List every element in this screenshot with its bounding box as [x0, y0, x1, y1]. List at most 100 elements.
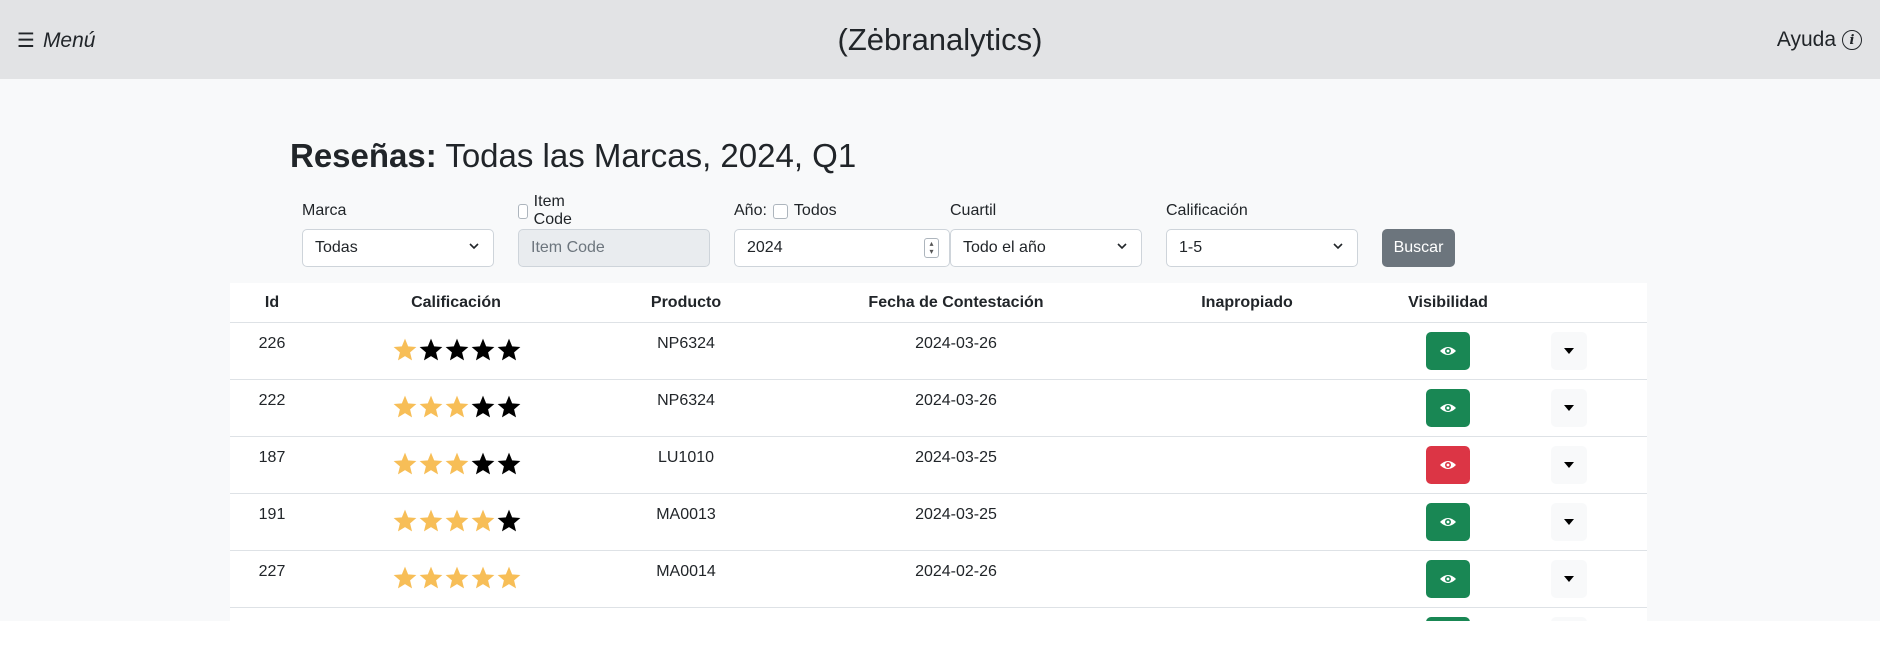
year-label: Año:: [734, 202, 767, 219]
visibility-toggle-button[interactable]: [1426, 389, 1470, 427]
row-id: 226: [258, 335, 286, 352]
star-icon: [471, 395, 495, 418]
visibility-toggle-button[interactable]: [1426, 446, 1470, 484]
table-row: 226 NP6324 2024-03-26: [230, 323, 1647, 380]
table-row: [230, 608, 1647, 621]
star-icon: [419, 509, 443, 532]
star-rating: [392, 508, 522, 534]
visibility-toggle-button[interactable]: [1426, 332, 1470, 370]
star-icon: [497, 338, 521, 361]
top-navbar: ☰ Menú (Zėbranalytics) Ayuda i: [0, 0, 1880, 79]
header-product: Producto: [650, 294, 722, 311]
quarter-label: Cuartil: [950, 202, 997, 219]
caret-down-icon: [1564, 519, 1574, 525]
eye-icon: [1440, 518, 1456, 526]
star-icon: [445, 338, 469, 361]
row-answered-date: 2024-02-26: [915, 563, 997, 580]
page-title: Reseñas: Todas las Marcas, 2024, Q1: [290, 137, 856, 175]
row-menu-button[interactable]: [1551, 332, 1587, 370]
quarter-select[interactable]: Todo el año: [950, 229, 1142, 267]
brand-select[interactable]: Todas: [302, 229, 494, 267]
table-header: Id Calificación Producto Fecha de Contes…: [230, 283, 1647, 323]
row-answered-date: 2024-03-25: [915, 449, 997, 466]
search-button[interactable]: Buscar: [1382, 229, 1455, 267]
star-icon: [471, 509, 495, 532]
header-visibility: Visibilidad: [1408, 294, 1488, 311]
star-icon: [445, 566, 469, 589]
caret-down-icon: [1564, 462, 1574, 468]
year-filter: Año: Todos 2024 ▴ ▾: [734, 200, 950, 267]
chevron-down-icon: [469, 243, 479, 250]
row-id: 227: [258, 563, 286, 580]
help-label: Ayuda: [1776, 28, 1836, 51]
star-icon: [419, 566, 443, 589]
caret-down-icon: [1564, 405, 1574, 411]
star-icon: [393, 566, 417, 589]
star-icon: [497, 395, 521, 418]
header-inappropriate: Inapropiado: [1201, 294, 1293, 311]
caret-down-icon: [1564, 348, 1574, 354]
row-menu-button[interactable]: [1551, 560, 1587, 598]
brand-filter: Marca Todas: [302, 200, 494, 267]
year-input[interactable]: 2024 ▴ ▾: [734, 229, 950, 267]
row-answered-date: 2024-03-26: [915, 335, 997, 352]
year-all-label: Todos: [793, 202, 837, 219]
year-all-checkbox[interactable]: [772, 203, 788, 219]
row-id: 187: [258, 449, 286, 466]
rating-filter: Calificación 1-5: [1166, 200, 1358, 267]
quarter-select-value: Todo el año: [963, 239, 1046, 256]
rating-select-value: 1-5: [1179, 239, 1203, 256]
item-code-input[interactable]: Item Code: [518, 229, 710, 267]
row-id: 191: [258, 506, 286, 523]
star-icon: [445, 395, 469, 418]
row-product: MA0013: [656, 506, 716, 523]
quarter-filter: Cuartil Todo el año: [950, 200, 1142, 267]
rating-label: Calificación: [1166, 202, 1248, 219]
item-code-filter: Item Code Item Code: [518, 193, 710, 267]
row-menu-button[interactable]: [1551, 617, 1587, 621]
year-value: 2024: [747, 239, 783, 256]
star-icon: [393, 452, 417, 475]
eye-icon: [1440, 461, 1456, 469]
row-menu-button[interactable]: [1551, 446, 1587, 484]
star-rating: [392, 394, 522, 420]
visibility-toggle-button[interactable]: [1426, 560, 1470, 598]
rating-select[interactable]: 1-5: [1166, 229, 1358, 267]
row-id: 222: [258, 392, 286, 409]
item-code-label: Item Code: [533, 193, 572, 228]
item-code-placeholder: Item Code: [531, 239, 605, 256]
table-row: 227 MA0014 2024-02-26: [230, 551, 1647, 608]
star-icon: [471, 566, 495, 589]
star-icon: [497, 509, 521, 532]
brand-title: (Zėbranalytics): [837, 22, 1043, 57]
star-icon: [471, 452, 495, 475]
star-icon: [445, 452, 469, 475]
star-icon: [419, 452, 443, 475]
row-menu-button[interactable]: [1551, 503, 1587, 541]
star-icon: [393, 395, 417, 418]
chevron-down-icon: [1333, 243, 1343, 250]
star-rating: [392, 565, 522, 591]
star-rating: [392, 451, 522, 477]
caret-down-icon: [1564, 576, 1574, 582]
info-circle-icon: i: [1842, 30, 1862, 50]
year-stepper[interactable]: ▴ ▾: [924, 238, 939, 258]
row-product: NP6324: [657, 392, 715, 409]
row-menu-button[interactable]: [1551, 389, 1587, 427]
brand-filter-label: Marca: [302, 202, 347, 219]
star-icon: [393, 338, 417, 361]
chevron-down-icon: [1117, 243, 1127, 250]
star-icon: [419, 338, 443, 361]
page-title-rest: Todas las Marcas, 2024, Q1: [436, 137, 857, 174]
header-answered-date: Fecha de Contestación: [868, 294, 1044, 311]
star-icon: [393, 509, 417, 532]
visibility-toggle-button[interactable]: [1426, 503, 1470, 541]
row-product: LU1010: [657, 449, 715, 466]
item-code-checkbox[interactable]: [518, 203, 528, 219]
star-icon: [471, 338, 495, 361]
reviews-table: Id Calificación Producto Fecha de Contes…: [230, 283, 1647, 621]
visibility-toggle-button[interactable]: [1426, 617, 1470, 621]
star-icon: [419, 395, 443, 418]
help-button[interactable]: Ayuda i: [1777, 28, 1862, 52]
table-row: 222 NP6324 2024-03-26: [230, 380, 1647, 437]
